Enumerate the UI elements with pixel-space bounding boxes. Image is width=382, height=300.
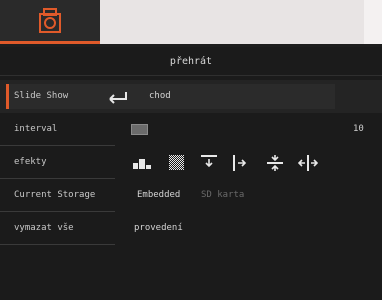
home-tab[interactable] [0,0,100,44]
slideshow-label: Slide Show [14,91,69,101]
wipe-down-effect-icon[interactable] [199,154,219,172]
effects-label: efekty [14,157,47,167]
blocks-effect-icon[interactable] [132,154,152,172]
storage-label: Current Storage [14,190,96,200]
menu-row-effects[interactable]: efekty [0,146,382,179]
menu-row-interval[interactable]: interval 10 [0,113,382,146]
interval-slider-thumb[interactable] [131,124,148,135]
menu-row-slideshow[interactable]: Slide Show chod [0,80,382,113]
enter-return-icon [109,92,127,104]
erase-all-label: vymazat vše [14,223,74,233]
storage-option-embedded[interactable]: Embedded [137,179,180,212]
interval-value: 10 [353,124,364,134]
page-title: přehrát [169,56,213,67]
dissolve-effect-icon[interactable] [166,154,186,172]
storage-option-sd-card[interactable]: SD karta [201,179,244,212]
split-horizontal-effect-icon[interactable] [298,154,318,172]
slide-right-effect-icon[interactable] [231,154,251,172]
active-tab-indicator [0,41,100,44]
interval-label: interval [14,124,58,134]
menu-row-storage[interactable]: Current Storage Embedded SD karta [0,179,382,212]
slideshow-run-button[interactable]: chod [149,80,171,113]
title-divider [0,75,382,76]
preview-area [100,0,382,44]
erase-all-execute-button[interactable]: provedení [134,212,183,245]
menu-row-erase-all[interactable]: vymazat vše provedení [0,212,382,245]
top-bar [0,0,382,47]
camera-icon [39,8,61,33]
split-vertical-effect-icon[interactable] [265,154,285,172]
selection-indicator [6,84,9,109]
